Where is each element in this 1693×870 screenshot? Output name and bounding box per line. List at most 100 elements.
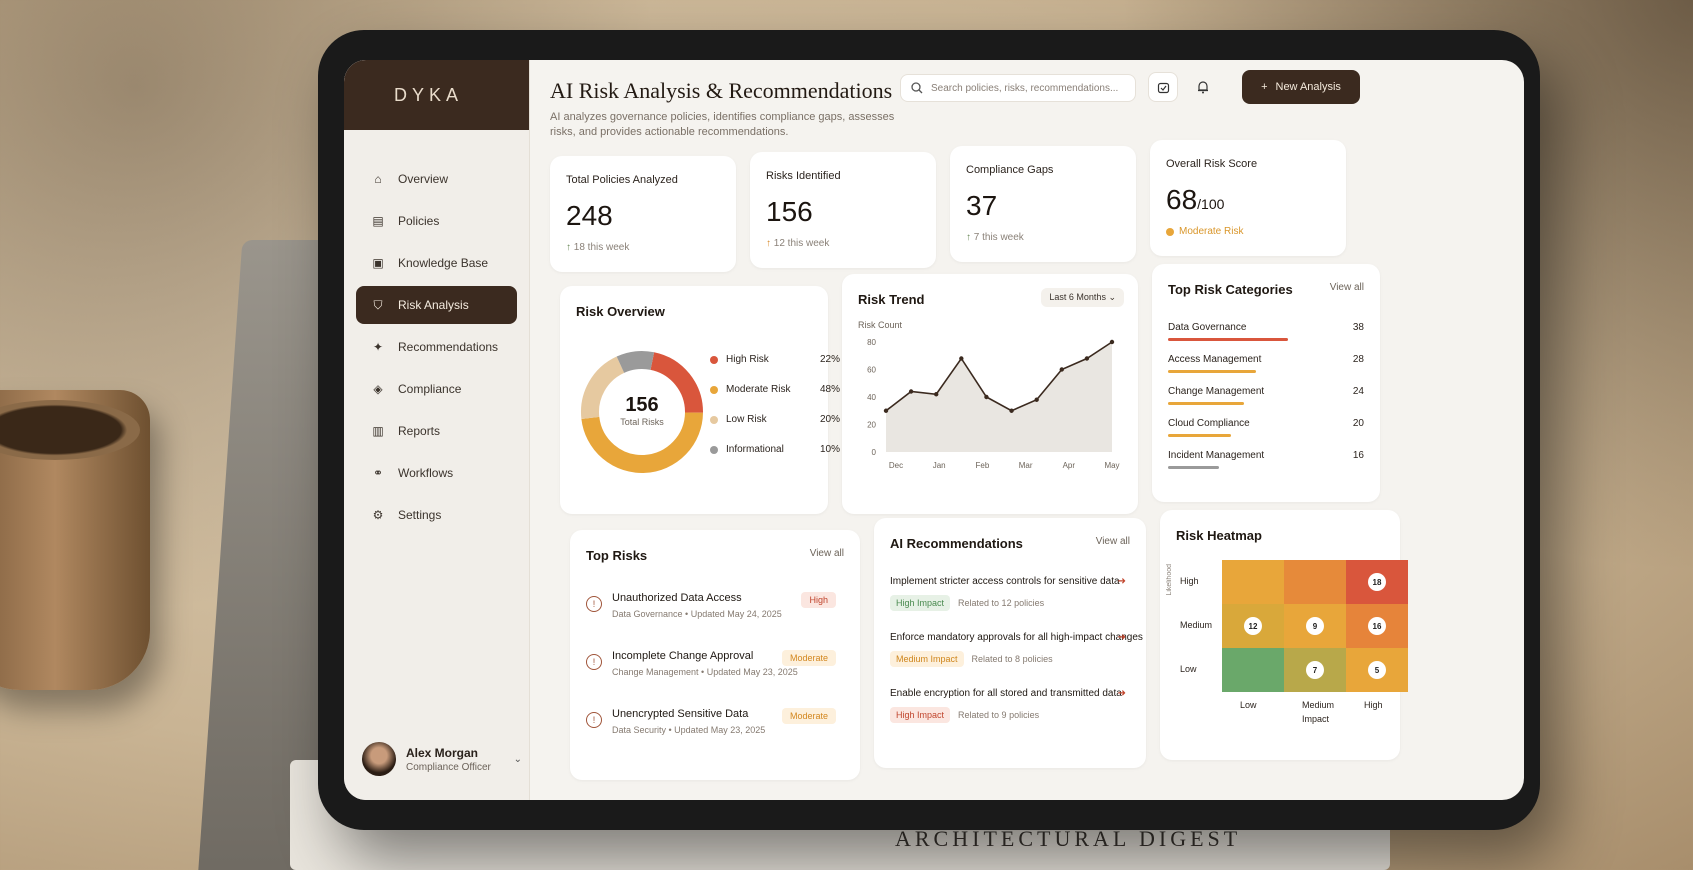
view-all-link[interactable]: View all — [810, 548, 844, 559]
new-analysis-label: New Analysis — [1275, 81, 1341, 93]
donut-total-label: Total Risks — [620, 417, 664, 427]
range-value: Last 6 Months — [1049, 292, 1106, 302]
category-row[interactable]: Access Management 28 — [1168, 354, 1364, 373]
sidebar-item-label: Reports — [398, 424, 441, 438]
y-axis-title: Risk Count — [858, 320, 903, 330]
legend-item: Informational 10% — [710, 444, 840, 455]
risk-score-card[interactable]: Overall Risk Score 68/100 Moderate Risk — [1150, 140, 1346, 256]
score-status: Moderate Risk — [1166, 226, 1243, 237]
sidebar-item-overview[interactable]: ⌂ Overview — [356, 160, 517, 198]
legend-label: Low Risk — [726, 414, 767, 425]
heatmap-y-label: Low — [1180, 664, 1197, 674]
recommendation-item[interactable]: Enforce mandatory approvals for all high… — [890, 632, 1143, 667]
document-icon: ▤ — [372, 214, 384, 228]
legend-label: Moderate Risk — [726, 384, 791, 395]
trend-point[interactable] — [908, 389, 914, 394]
stat-card-gaps[interactable]: Compliance Gaps 37 ↑ 7 this week — [950, 146, 1136, 262]
new-analysis-button[interactable]: + New Analysis — [1242, 70, 1360, 104]
avatar[interactable] — [362, 742, 396, 776]
related-policies: Related to 8 policies — [971, 654, 1053, 664]
sidebar-item-knowledge-base[interactable]: ▣ Knowledge Base — [356, 244, 517, 282]
calendar-button[interactable] — [1148, 72, 1178, 102]
heatmap-cell[interactable]: 7 — [1284, 648, 1346, 692]
risk-trend-chart: 0 20 40 60 80 Dec Jan Feb Mar Apr May — [867, 338, 1119, 470]
x-tick-label: May — [1104, 461, 1119, 470]
risk-categories-card: Top Risk Categories View all Data Govern… — [1152, 264, 1380, 502]
heatmap-cell[interactable] — [1222, 560, 1284, 604]
donut-segment-3[interactable] — [616, 351, 655, 374]
chevron-down-icon[interactable]: ⌄ — [514, 754, 522, 765]
sidebar-item-reports[interactable]: ▥ Reports — [356, 412, 517, 450]
calendar-icon — [1157, 82, 1169, 93]
category-bar — [1168, 370, 1257, 373]
view-all-link[interactable]: View all — [1330, 282, 1364, 293]
search-input[interactable]: Search policies, risks, recommendations.… — [900, 74, 1136, 102]
score-max: /100 — [1197, 196, 1225, 212]
app-logo[interactable]: DYKA — [394, 85, 463, 106]
heatmap-cell[interactable]: 16 — [1346, 604, 1408, 648]
bell-icon — [1198, 81, 1208, 94]
risk-name: Unencrypted Sensitive Data — [612, 708, 749, 720]
risk-name: Incomplete Change Approval — [612, 650, 754, 662]
sidebar-item-risk-analysis[interactable]: ⛉ Risk Analysis — [356, 286, 517, 324]
trend-point[interactable] — [959, 356, 964, 361]
impact-tag: Medium Impact — [890, 651, 964, 667]
category-row[interactable]: Change Management 24 — [1168, 386, 1364, 405]
card-title: Top Risk Categories — [1168, 282, 1293, 297]
trend-point[interactable] — [1084, 356, 1090, 361]
y-tick-label: 40 — [867, 393, 876, 402]
heatmap-cell[interactable] — [1222, 648, 1284, 692]
sidebar-item-policies[interactable]: ▤ Policies — [356, 202, 517, 240]
impact-tag: High Impact — [890, 595, 951, 611]
trend-point[interactable] — [934, 392, 939, 397]
profile-role: Compliance Officer — [406, 761, 491, 773]
stat-card-policies[interactable]: Total Policies Analyzed 248 ↑ 18 this we… — [550, 156, 736, 272]
heatmap-count: 16 — [1368, 617, 1386, 635]
recommendation-text: Enable encryption for all stored and tra… — [890, 688, 1122, 699]
heatmap-cell[interactable]: 9 — [1284, 604, 1346, 648]
trend-point[interactable] — [1009, 408, 1014, 413]
card-title: Risk Heatmap — [1176, 528, 1262, 543]
category-row[interactable]: Incident Management 16 — [1168, 450, 1364, 469]
stat-card-risks[interactable]: Risks Identified 156 ↑ 12 this week — [750, 152, 936, 268]
category-count: 24 — [1352, 386, 1364, 397]
sidebar-item-recommendations[interactable]: ✦ Recommendations — [356, 328, 517, 366]
trend-point[interactable] — [1034, 397, 1039, 402]
shield-icon: ⛉ — [373, 297, 383, 312]
arrow-right-icon[interactable]: ➜ — [1118, 632, 1126, 643]
sidebar-item-workflows[interactable]: ⚭ Workflows — [356, 454, 517, 492]
y-tick-label: 20 — [867, 421, 876, 430]
recommendation-item[interactable]: Implement stricter access controls for s… — [890, 576, 1126, 611]
y-tick-label: 60 — [867, 366, 876, 375]
heatmap-cell[interactable]: 5 — [1346, 648, 1408, 692]
sidebar-item-settings[interactable]: ⚙ Settings — [356, 496, 517, 534]
view-all-link[interactable]: View all — [1096, 536, 1130, 547]
recommendation-text: Enforce mandatory approvals for all high… — [890, 632, 1143, 643]
heatmap-x-title: Impact — [1302, 714, 1330, 724]
arrow-right-icon[interactable]: ➜ — [1118, 688, 1126, 699]
heatmap-cell[interactable]: 18 — [1346, 560, 1408, 604]
arrow-right-icon[interactable]: ➜ — [1118, 576, 1126, 587]
trend-point[interactable] — [1059, 367, 1064, 372]
notifications-button[interactable] — [1188, 72, 1218, 102]
trend-point[interactable] — [1109, 339, 1115, 345]
heatmap-y-label: High — [1180, 576, 1199, 586]
stat-sub-text: 18 this week — [573, 242, 630, 253]
trend-point[interactable] — [984, 394, 989, 400]
range-select[interactable]: Last 6 Months ⌄ — [1041, 288, 1124, 307]
heatmap-cell[interactable]: 12 — [1222, 604, 1284, 648]
category-row[interactable]: Cloud Compliance 20 — [1168, 418, 1364, 437]
trend-point[interactable] — [883, 408, 889, 413]
x-tick-label: Jan — [933, 461, 946, 470]
category-label: Change Management — [1168, 386, 1265, 397]
severity-badge: Moderate — [781, 708, 836, 724]
heatmap-y-title: Likelihood — [1166, 564, 1173, 596]
recommendation-item[interactable]: Enable encryption for all stored and tra… — [890, 688, 1126, 723]
user-profile[interactable]: Alex Morgan Compliance Officer ⌄ — [362, 742, 522, 776]
sidebar-item-compliance[interactable]: ◈ Compliance — [356, 370, 517, 408]
sidebar-item-label: Policies — [398, 214, 440, 228]
category-row[interactable]: Data Governance 38 — [1168, 322, 1364, 341]
heatmap-cell[interactable] — [1284, 560, 1346, 604]
risk-trend-card: Risk Trend Last 6 Months ⌄ Risk Count 0 2… — [842, 274, 1138, 514]
x-tick-label: Feb — [976, 461, 990, 470]
